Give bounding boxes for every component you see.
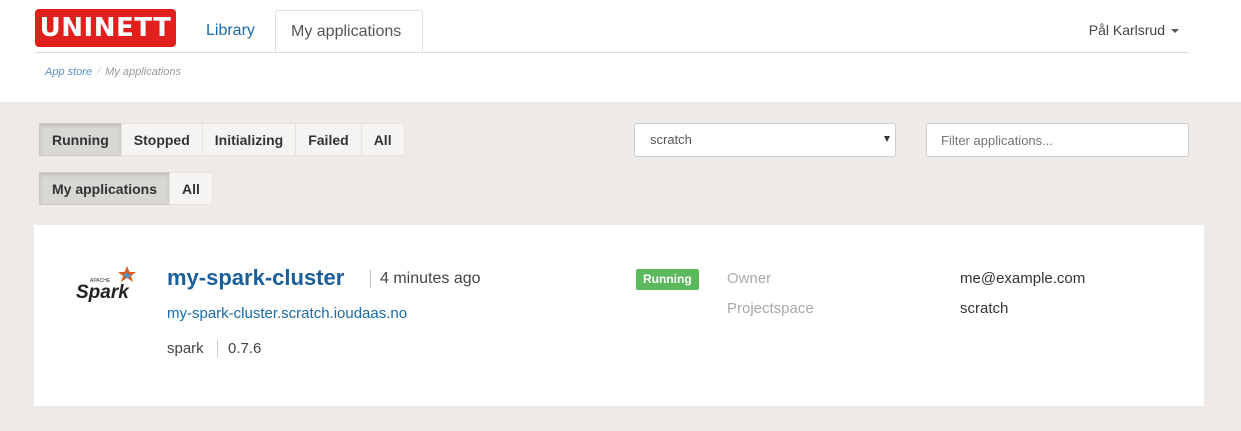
filter-initializing-button[interactable]: Initializing (201, 123, 297, 156)
owner-filter-group: My applications All (39, 172, 213, 205)
application-age: 4 minutes ago (370, 270, 481, 288)
filter-applications-input[interactable] (926, 123, 1189, 157)
spark-logo-text: Spark (76, 282, 130, 303)
status-badge: Running (636, 269, 699, 290)
projectspace-select[interactable]: scratch (634, 123, 896, 157)
filter-my-applications-button[interactable]: My applications (39, 172, 171, 205)
breadcrumb-app-store[interactable]: App store (45, 66, 92, 78)
projectspace-value: scratch (960, 300, 1009, 317)
breadcrumb-separator: / (97, 66, 101, 78)
application-version: 0.7.6 (217, 340, 261, 358)
breadcrumb-current: My applications (105, 66, 181, 78)
filter-all-status-button[interactable]: All (360, 123, 405, 156)
owner-value: me@example.com (960, 270, 1086, 287)
application-card: APACHE Spark my-spark-cluster 4 minutes … (34, 225, 1204, 406)
breadcrumb: App store / My applications (45, 66, 181, 78)
filter-failed-button[interactable]: Failed (295, 123, 362, 156)
application-url-link[interactable]: my-spark-cluster.scratch.ioudaas.no (167, 305, 407, 322)
filter-stopped-button[interactable]: Stopped (120, 123, 203, 156)
user-menu[interactable]: Pål Karlsrud (1089, 22, 1179, 38)
nav-library[interactable]: Library (191, 10, 270, 52)
owner-label: Owner (727, 270, 772, 287)
user-name: Pål Karlsrud (1088, 22, 1165, 38)
filter-running-button[interactable]: Running (39, 123, 122, 156)
spark-logo-icon[interactable]: APACHE Spark (74, 265, 144, 305)
dropdown-arrow-icon (884, 136, 890, 142)
filter-all-owner-button[interactable]: All (169, 172, 213, 205)
nav-my-applications[interactable]: My applications (275, 10, 423, 52)
header: UNINETT Library My applications Pål Karl… (0, 0, 1241, 102)
uninett-logo[interactable]: UNINETT (35, 9, 176, 47)
application-name-link[interactable]: my-spark-cluster (167, 265, 344, 291)
projectspace-select-value: scratch (650, 132, 692, 147)
caret-down-icon (1171, 29, 1179, 34)
projectspace-label: Projectspace (727, 300, 814, 317)
nav-divider (35, 52, 1189, 53)
main-content: Running Stopped Initializing Failed All … (0, 102, 1241, 431)
application-chart: spark (167, 340, 204, 357)
status-filter-group: Running Stopped Initializing Failed All (39, 123, 405, 156)
